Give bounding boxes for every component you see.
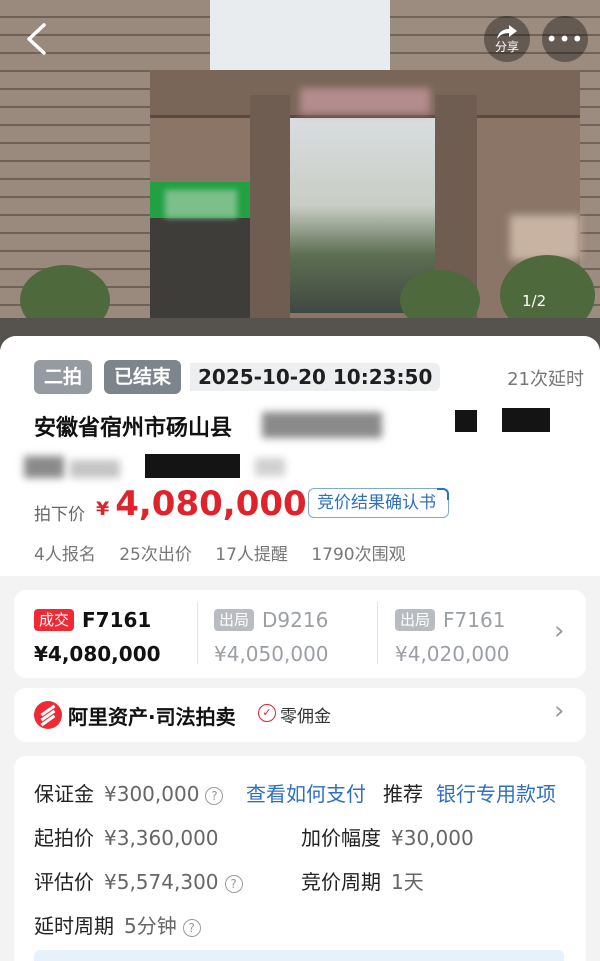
- photo-blur-mask: [165, 190, 237, 218]
- redaction-mask: [24, 456, 64, 478]
- viewer-count: 1790次围观: [311, 545, 406, 565]
- bidder-code: F7161: [443, 608, 506, 632]
- photo-blur-mask: [300, 88, 430, 114]
- bid-amount: ¥4,080,000: [34, 642, 161, 666]
- photo-page-indicator: 1/2: [522, 292, 547, 310]
- photo-blur-mask: [510, 215, 580, 260]
- bid-amount: ¥4,020,000: [395, 642, 510, 666]
- appraisal-row: 评估价 ¥5,574,300?: [34, 866, 243, 895]
- deposit-label: 保证金: [34, 782, 94, 806]
- bid-status-badge: 成交: [34, 609, 75, 631]
- redaction-mask: [262, 412, 382, 438]
- bidder-code: D9216: [262, 608, 329, 632]
- round-tag: 二拍: [34, 360, 93, 394]
- chevron-right-icon[interactable]: ›: [554, 696, 564, 726]
- zero-commission-label: 零佣金: [280, 707, 331, 727]
- appraisal-value: ¥5,574,300: [104, 870, 219, 894]
- auction-info-card: 二拍 已结束 2025-10-20 10:23:50 21次延时 安徽省宿州市砀…: [0, 336, 600, 576]
- bidding-cycle-row: 竞价周期 1天: [301, 866, 424, 895]
- bottom-notice-strip: [34, 950, 564, 961]
- result-confirmation-label: 竞价结果确认书: [317, 493, 436, 513]
- bid-record: 出局 F7161 ¥4,020,000: [395, 608, 575, 666]
- bidder-code: F7161: [82, 608, 152, 632]
- redaction-mask: [255, 458, 285, 476]
- increment-value: ¥30,000: [391, 826, 474, 850]
- final-price-amount: 4,080,000: [115, 484, 307, 524]
- share-icon: [497, 24, 517, 39]
- help-icon[interactable]: ?: [182, 918, 201, 937]
- bid-records[interactable]: 成交 F7161 ¥4,080,000 出局 D9216 ¥4,050,000 出局…: [14, 590, 586, 678]
- property-photo[interactable]: 分享 ••• 1/2: [0, 0, 600, 350]
- bid-status-badge: 出局: [214, 609, 255, 631]
- increment-row: 加价幅度 ¥30,000: [301, 822, 474, 851]
- redaction-mask: [145, 454, 240, 478]
- deposit-value: ¥300,000: [104, 782, 200, 806]
- how-to-pay-link[interactable]: 查看如何支付: [246, 778, 366, 807]
- property-title: 安徽省宿州市砀山县: [34, 416, 233, 441]
- document-corner-icon: [437, 488, 449, 500]
- bid-record: 出局 D9216 ¥4,050,000: [214, 608, 394, 666]
- bid-status-badge: 出局: [395, 609, 436, 631]
- bid-record: 成交 F7161 ¥4,080,000: [34, 608, 214, 666]
- start-price-value: ¥3,360,000: [104, 826, 219, 850]
- redaction-mask: [70, 460, 120, 478]
- end-time: 2025-10-20 10:23:50: [190, 363, 441, 391]
- increment-label: 加价幅度: [301, 826, 381, 850]
- final-price-label: 拍下价: [34, 505, 85, 525]
- help-icon[interactable]: ?: [205, 786, 224, 805]
- help-icon[interactable]: ?: [224, 874, 243, 893]
- share-button[interactable]: 分享: [484, 16, 530, 62]
- start-price-label: 起拍价: [34, 826, 94, 850]
- delay-cycle-row: 延时周期 5分钟?: [34, 910, 201, 939]
- divider: [377, 602, 378, 664]
- back-button[interactable]: [14, 16, 60, 62]
- ali-assets-logo: [34, 701, 62, 729]
- platform-name: 阿里资产·司法拍卖: [68, 705, 236, 729]
- redaction-mask: [502, 408, 550, 432]
- platform-banner[interactable]: 阿里资产·司法拍卖 ✓ 零佣金 ›: [14, 688, 586, 742]
- divider: [197, 602, 198, 664]
- delay-count: 21次延时: [507, 369, 584, 390]
- final-price: ¥4,080,000: [96, 484, 307, 524]
- photo-pillar: [250, 95, 290, 350]
- redaction-mask: [455, 410, 477, 432]
- auction-details: 保证金 ¥300,000? 查看如何支付 推荐 银行专用款项 起拍价 ¥3,360,…: [14, 756, 586, 961]
- recommend-label: 推荐: [383, 782, 423, 806]
- bidding-cycle-value: 1天: [391, 870, 424, 894]
- back-icon: [27, 23, 46, 55]
- delay-cycle-value: 5分钟: [124, 914, 177, 938]
- reminder-count: 17人提醒: [215, 545, 288, 565]
- chevron-right-icon[interactable]: ›: [554, 616, 564, 646]
- more-icon: •••: [545, 27, 585, 51]
- auction-stats: 4人报名 25次出价 17人提醒 1790次围观: [34, 540, 424, 565]
- bid-amount: ¥4,050,000: [214, 642, 329, 666]
- recommend-row: 推荐: [383, 778, 423, 807]
- status-tag: 已结束: [104, 360, 182, 394]
- bid-count: 25次出价: [119, 545, 192, 565]
- bank-account-link[interactable]: 银行专用款项: [436, 778, 556, 807]
- result-confirmation-button[interactable]: 竞价结果确认书: [308, 488, 449, 518]
- share-label: 分享: [494, 39, 519, 54]
- bidding-cycle-label: 竞价周期: [301, 870, 381, 894]
- check-icon: ✓: [258, 704, 276, 722]
- appraisal-label: 评估价: [34, 870, 94, 894]
- deposit-row: 保证金 ¥300,000?: [34, 778, 224, 807]
- signup-count: 4人报名: [34, 545, 96, 565]
- more-button[interactable]: •••: [542, 16, 588, 62]
- start-price-row: 起拍价 ¥3,360,000: [34, 822, 219, 851]
- currency-symbol: ¥: [96, 498, 110, 520]
- delay-cycle-label: 延时周期: [34, 914, 114, 938]
